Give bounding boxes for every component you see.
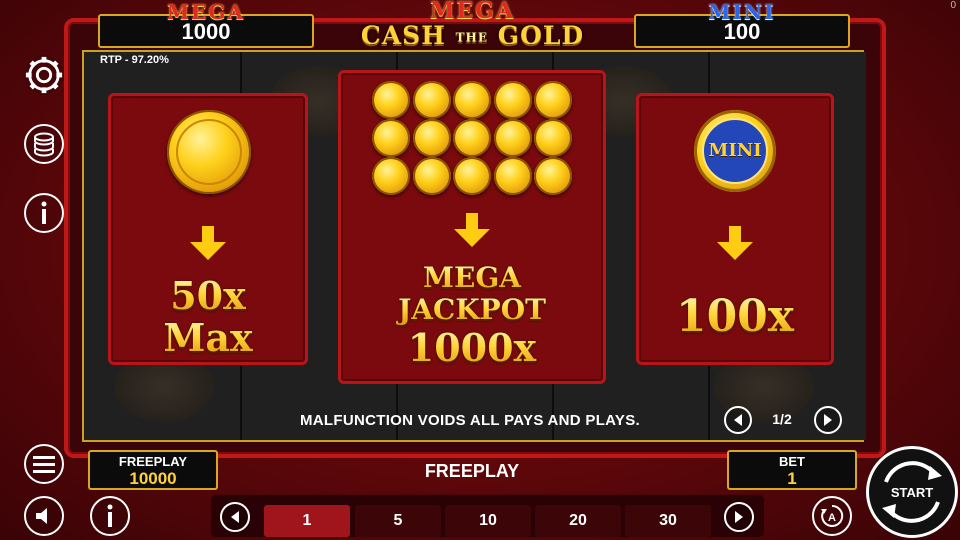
- bet-increase-button[interactable]: [724, 502, 754, 532]
- gold-coin-icon: [372, 119, 410, 157]
- pager-prev-button[interactable]: [724, 406, 752, 434]
- arrow-left-icon: [231, 511, 239, 523]
- bet-decrease-button[interactable]: [220, 502, 250, 532]
- logo-the: THE: [455, 30, 488, 45]
- gold-coin-icon: [453, 119, 491, 157]
- arrow-right-icon: [824, 414, 832, 426]
- mini-coin-label: MINI: [708, 140, 762, 161]
- autoplay-icon: A: [821, 504, 844, 527]
- gold-coin-icon: [167, 110, 251, 194]
- settings-button[interactable]: [24, 55, 64, 95]
- freeplay-box: FREEPLAY 10000: [88, 450, 218, 490]
- gold-coin-icon: [412, 81, 451, 119]
- freeplay-status: FREEPLAY: [424, 461, 520, 481]
- info-icon: [107, 504, 113, 527]
- arrow-right-icon: [735, 511, 743, 523]
- freeplay-value: 10000: [129, 469, 177, 488]
- bet-option[interactable]: 1: [264, 505, 350, 537]
- panel-center-line1: MEGA: [341, 263, 603, 293]
- mini-jackpot-title: MINI: [708, 0, 776, 24]
- bet-value: 1: [787, 469, 797, 488]
- panel-center-line2: JACKPOT: [341, 295, 603, 325]
- gold-coin-icon: [453, 81, 491, 119]
- gold-coin-icon: [493, 81, 532, 119]
- mini-jackpot-box: MINI 100: [634, 2, 850, 48]
- game-logo: MEGA CASH THE GOLD: [340, 0, 605, 52]
- info-icon: [41, 201, 47, 224]
- logo-cash-the-gold: CASH THE GOLD: [340, 22, 605, 52]
- gold-coin-icon: [534, 119, 572, 157]
- gold-coin-icon: [372, 157, 410, 195]
- svg-text:A: A: [828, 512, 836, 524]
- rtp-label: RTP - 97.20%: [100, 54, 169, 66]
- disclaimer-text: MALFUNCTION VOIDS ALL PAYS AND PLAYS.: [299, 412, 641, 429]
- corner-counter: 0: [950, 0, 956, 11]
- panel-left-line1: 50x: [111, 276, 305, 316]
- gold-coin-icon: [534, 157, 572, 195]
- logo-cash: CASH: [360, 21, 446, 50]
- bet-label: BET: [779, 454, 805, 469]
- freeplay-label: FREEPLAY: [118, 454, 188, 469]
- bet-box: BET 1: [727, 450, 857, 490]
- mega-jackpot-box: MEGA 1000: [98, 2, 314, 48]
- panel-center-line3: 1000x: [341, 327, 603, 369]
- sound-button[interactable]: [24, 496, 64, 536]
- panel-mega-jackpot: MEGA JACKPOT 1000x: [338, 70, 606, 384]
- game-info-button[interactable]: [90, 496, 130, 536]
- panel-right-line1: 100x: [639, 294, 831, 340]
- panel-left-line2: Max: [111, 318, 305, 358]
- pager-next-button[interactable]: [814, 406, 842, 434]
- mega-jackpot-title: MEGA: [167, 0, 245, 24]
- bet-option[interactable]: 10: [445, 505, 531, 537]
- paytable-button[interactable]: [24, 124, 64, 164]
- bet-option[interactable]: 5: [355, 505, 441, 537]
- bet-option[interactable]: 30: [625, 505, 711, 537]
- logo-mega: MEGA: [430, 0, 515, 24]
- panel-mini-multiplier: MINI 100x: [636, 93, 834, 365]
- menu-button[interactable]: [24, 444, 64, 484]
- gold-coin-icon: [453, 157, 491, 195]
- start-button[interactable]: START: [866, 446, 958, 538]
- arrow-left-icon: [734, 414, 742, 426]
- logo-gold: GOLD: [497, 21, 585, 50]
- start-label: START: [890, 484, 934, 500]
- gold-coin-icon: [372, 81, 410, 119]
- gold-coin-icon: [412, 157, 451, 195]
- panel-coin-multiplier: 50x Max: [108, 93, 308, 365]
- mini-coin-icon: MINI: [694, 110, 776, 192]
- gear-icon: [25, 56, 63, 94]
- coin-stack-icon: [34, 132, 54, 157]
- sound-icon: [36, 508, 47, 524]
- info-button[interactable]: [24, 193, 64, 233]
- pager-indicator: 1/2: [772, 411, 792, 427]
- gold-coin-icon: [534, 81, 572, 119]
- gold-coin-icon: [412, 119, 451, 157]
- bet-option[interactable]: 20: [535, 505, 621, 537]
- gold-coin-icon: [493, 119, 532, 157]
- gold-coin-icon: [493, 157, 532, 195]
- menu-icon: [33, 456, 55, 473]
- autoplay-button[interactable]: A: [812, 496, 852, 536]
